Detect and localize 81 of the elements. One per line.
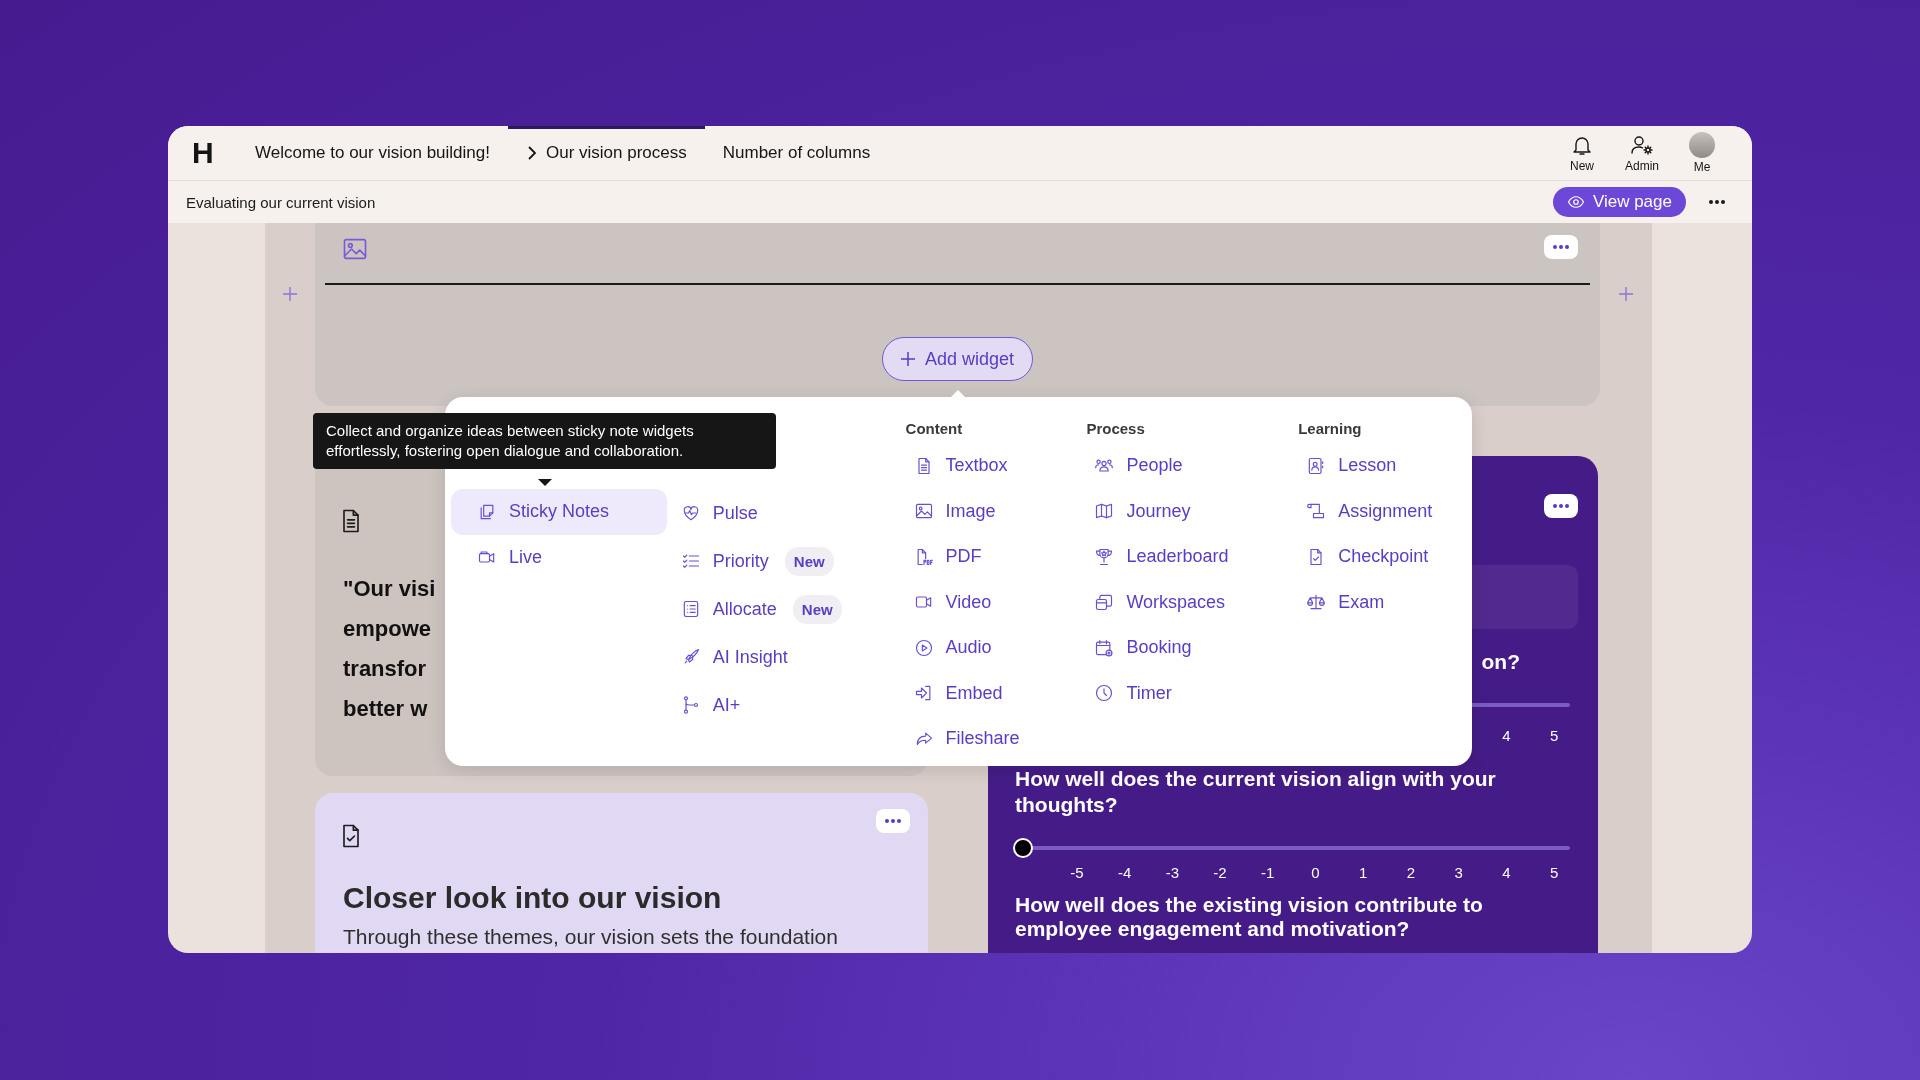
eye-icon [1566, 193, 1585, 211]
menu-item[interactable]: AI+ [666, 681, 900, 729]
card-title: Closer look into our vision [343, 881, 723, 915]
scale-label: -4 [1116, 864, 1133, 881]
chevron-icon [526, 146, 538, 160]
quote-text: transfor [343, 656, 427, 682]
page-title: Evaluating our current vision [186, 193, 377, 211]
more-button[interactable] [876, 809, 910, 833]
menu-heading: Learning [1297, 419, 1363, 439]
header-action[interactable]: Admin [1612, 126, 1672, 180]
avatar-icon [1689, 132, 1715, 158]
menu-item[interactable]: Video [899, 579, 1081, 625]
menu-item[interactable]: Sticky Notes [451, 489, 667, 535]
scale-label: 5 [1548, 727, 1560, 744]
card-text: Through these themes, our vision sets the foundation [343, 925, 839, 949]
quote-text: empowe [343, 616, 432, 642]
menu-item[interactable]: Live [451, 534, 667, 580]
logo[interactable]: H [192, 136, 237, 170]
more-button[interactable] [1544, 235, 1578, 259]
tooltip-arrow [538, 479, 552, 486]
calendar-icon [1094, 637, 1115, 658]
scale-label: 5 [1548, 864, 1560, 881]
menu-item[interactable]: Workspaces [1080, 579, 1293, 625]
menu-item[interactable]: Priority New [666, 537, 900, 585]
menu-item[interactable]: Journey [1080, 488, 1293, 534]
trophy-icon [1094, 546, 1115, 567]
menu-item[interactable]: Allocate New [666, 585, 900, 633]
quote-text: better w [343, 696, 428, 722]
tooltip: Collect and organize ideas between sticky note widgets effortlessly, fostering open dialogue and collaboration. [313, 413, 776, 469]
menu-item[interactable]: Lesson [1292, 443, 1472, 489]
menu-item[interactable]: Timer [1080, 670, 1293, 716]
question-text: on? [1481, 649, 1520, 675]
menu-item[interactable]: AI Insight [666, 633, 900, 681]
scale-label: 3 [1453, 864, 1464, 881]
menu-item[interactable]: Audio [899, 625, 1081, 671]
page-tab[interactable]: Number of columns [704, 126, 889, 180]
menu-item[interactable]: Embed [899, 670, 1081, 716]
header-action[interactable]: Me [1672, 126, 1732, 180]
ellipsis-icon [884, 818, 902, 824]
slider-thumb[interactable] [1013, 838, 1033, 858]
menu-item[interactable]: PDF [899, 534, 1081, 580]
scale-label: 4 [1501, 727, 1512, 744]
menu-item[interactable]: Leaderboard [1080, 534, 1293, 580]
ellipsis-icon [1552, 244, 1570, 250]
add-widget-button[interactable]: Add widget [881, 337, 1034, 381]
header-action[interactable]: New [1552, 126, 1612, 180]
page-tab[interactable]: Welcome to our vision building! [237, 126, 508, 180]
scale-label: -1 [1260, 864, 1276, 881]
question-text: How well does the existing vision contribute to employee engagement and motivation? [1015, 893, 1484, 941]
plus-icon [900, 352, 915, 366]
scale-label: 4 [1501, 864, 1512, 881]
menu-item[interactable]: Pulse [666, 489, 900, 537]
question-text: How well does the current vision align with your thoughts? [1015, 766, 1497, 818]
play-icon [913, 637, 934, 658]
ellipsis-icon [1708, 199, 1726, 205]
menu-heading: Process [1085, 419, 1146, 439]
scale-label: 0 [1310, 864, 1321, 881]
scale-label: 1 [1358, 864, 1369, 881]
menu-item[interactable]: Exam [1292, 579, 1472, 625]
clock-icon [1094, 683, 1115, 704]
windows-stack-icon [1094, 592, 1115, 613]
scale-label: -2 [1212, 864, 1228, 881]
scale-label: -5 [1069, 864, 1085, 881]
menu-item[interactable]: Checkpoint [1292, 534, 1472, 580]
menu-heading: Content [904, 419, 964, 439]
scale-label: -3 [1164, 864, 1180, 881]
user-gear-icon [1630, 133, 1654, 157]
status-badge: New [792, 594, 842, 624]
quote-text: "Our visi [343, 576, 436, 602]
more-button[interactable] [1544, 494, 1578, 518]
menu-item[interactable]: Assignment [1292, 488, 1472, 534]
menu-item[interactable]: Textbox [899, 443, 1081, 489]
view-page-button[interactable]: View page [1552, 187, 1686, 217]
menu-item[interactable]: People [1080, 443, 1293, 489]
menu-item[interactable]: Booking [1080, 625, 1293, 671]
scale-label: 2 [1405, 864, 1417, 881]
status-badge: New [784, 546, 834, 576]
ellipsis-icon [1552, 503, 1570, 509]
menu-item[interactable]: Fileshare [899, 716, 1081, 762]
menu-item[interactable]: Image [899, 488, 1081, 534]
slider[interactable] [1015, 838, 1570, 858]
